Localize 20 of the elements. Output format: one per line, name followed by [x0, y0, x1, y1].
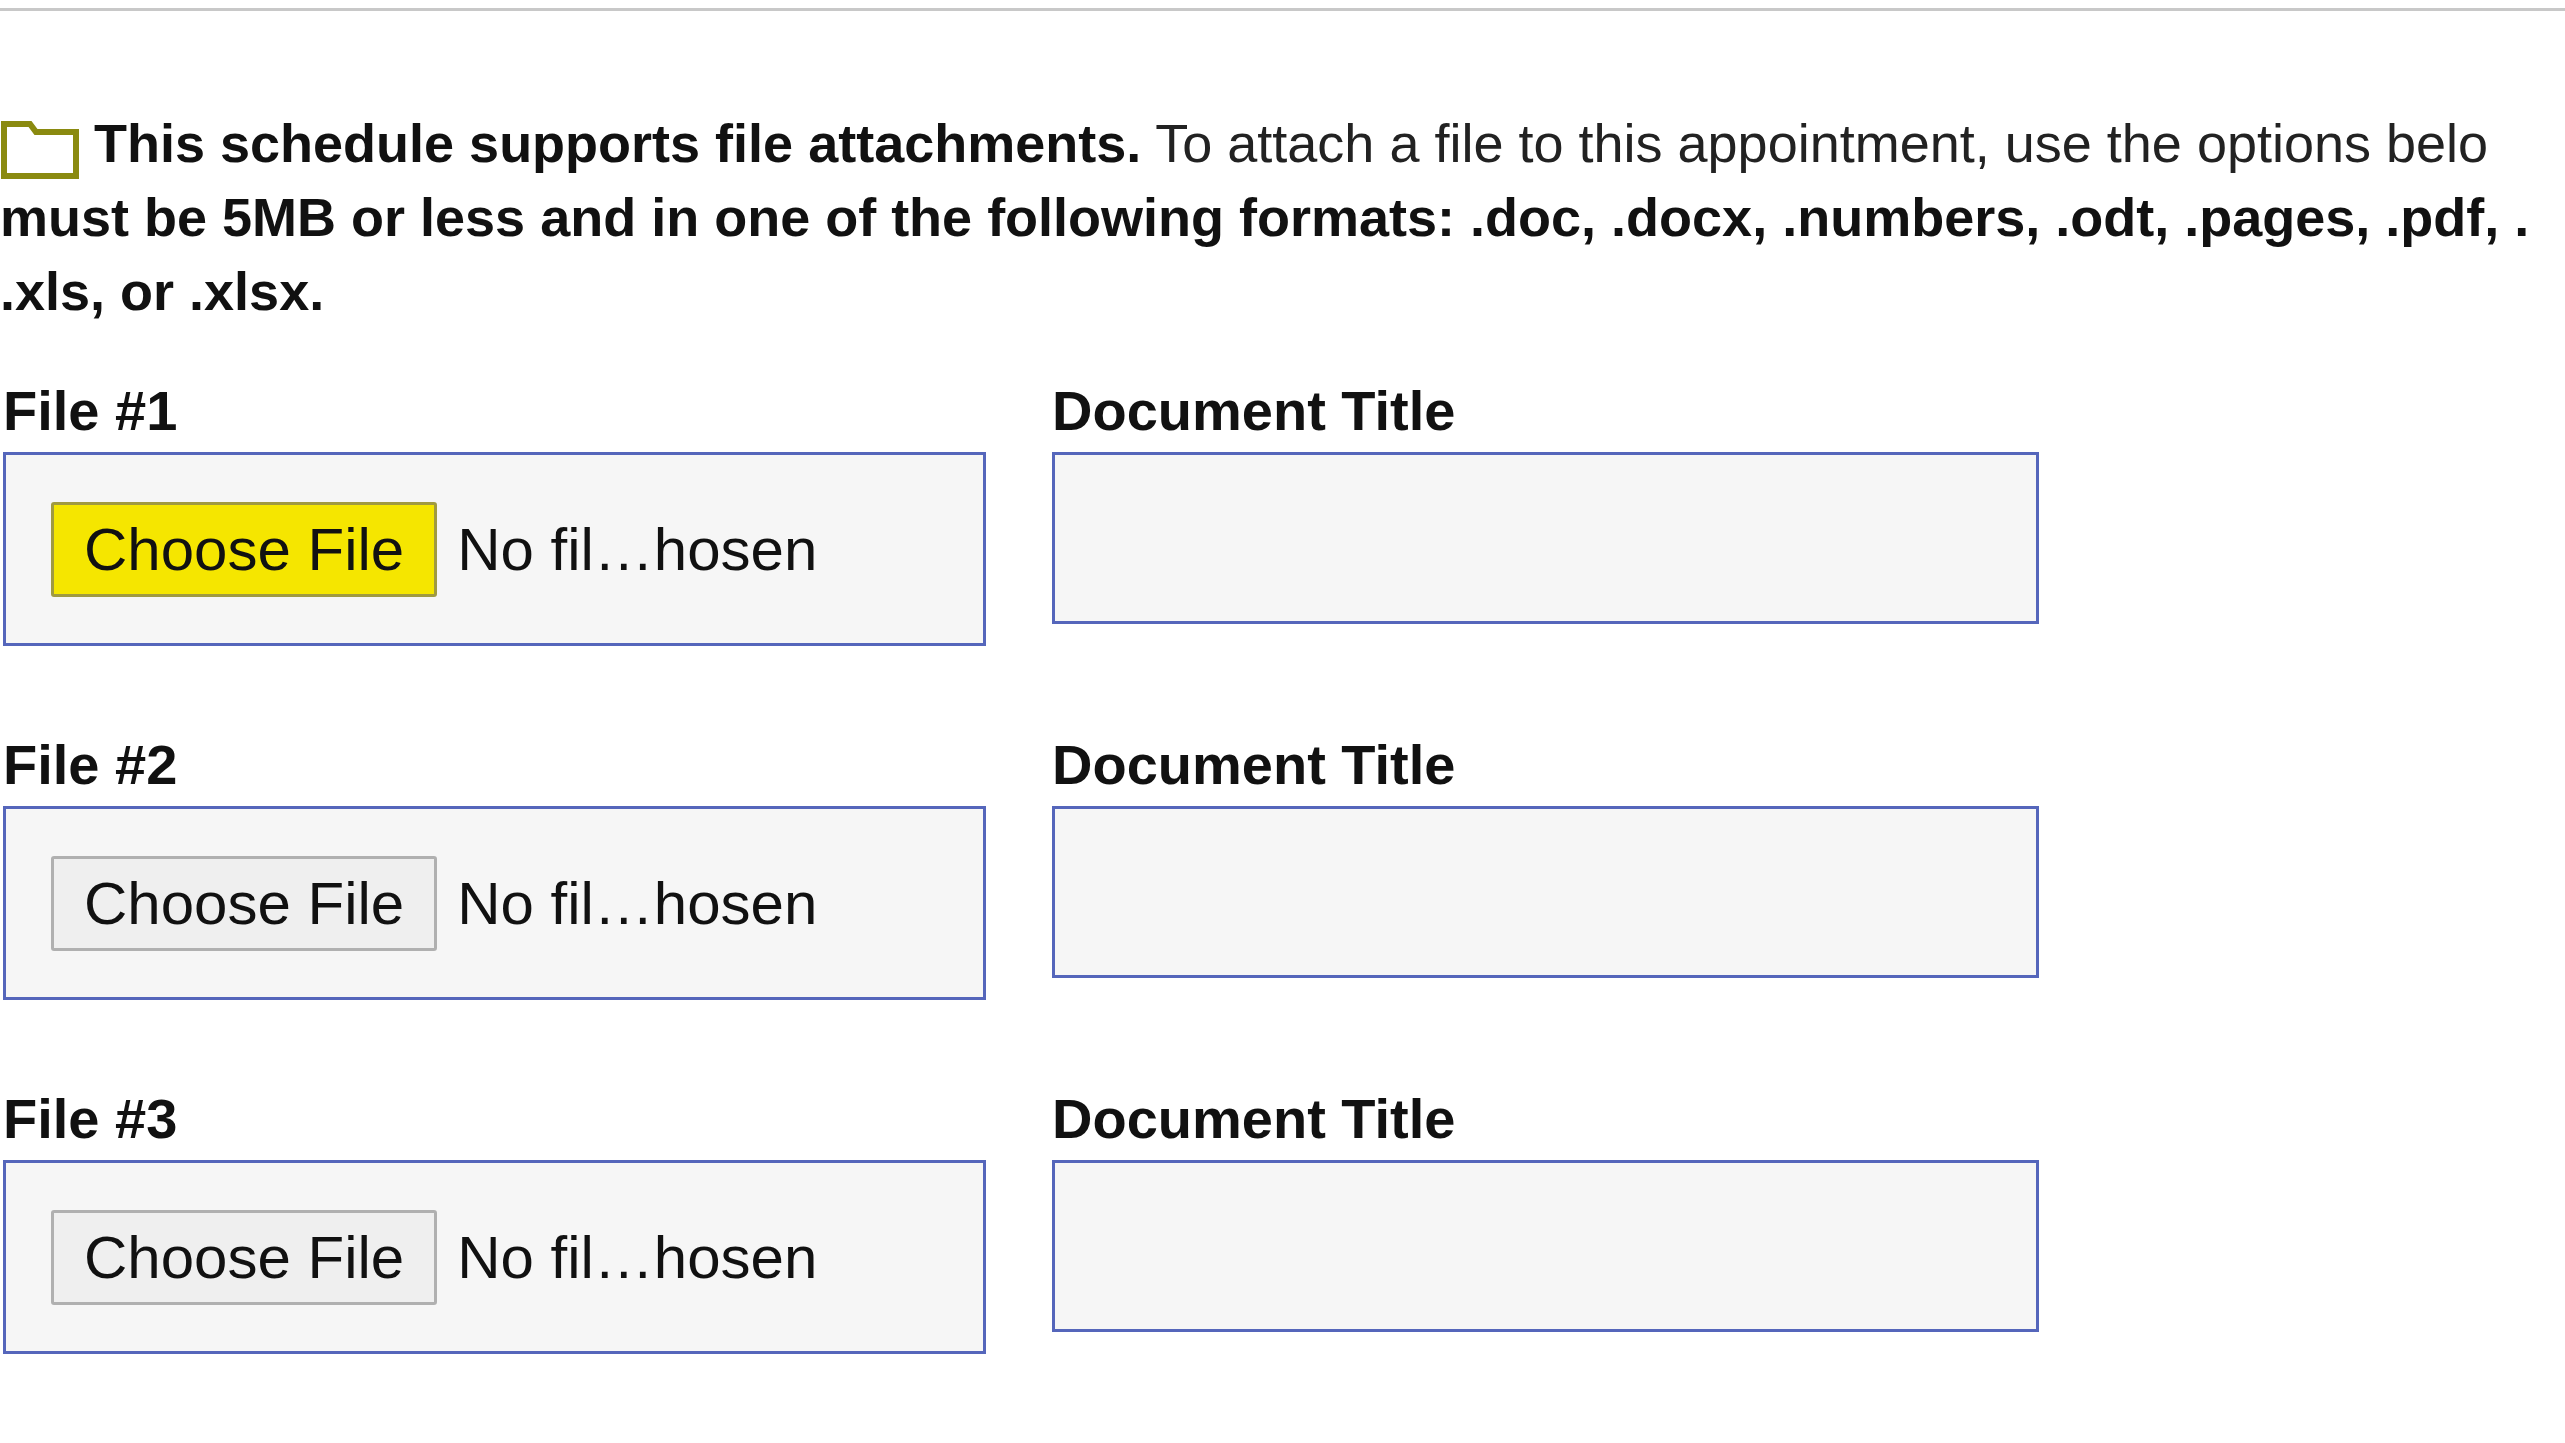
file-label: File #2: [3, 732, 179, 798]
field-label: Document Title: [1052, 1086, 1457, 1152]
choose-file-button[interactable]: Choose File: [51, 501, 438, 597]
attachment-instructions: must be 5MB or less and in one of the following formats: .doc, .docx, .numbers, .odt, .pages, .pdf, . .xls, or .xlsx.: [0, 186, 2531, 323]
attachment-instructions: This schedule supports file attachments. To attach a file to this appointment, use the options belo: [94, 112, 2489, 175]
file-status: No fil…hosen: [457, 868, 818, 938]
choose-file-button[interactable]: Choose File: [51, 855, 438, 951]
field-label: Document Title: [1052, 378, 1457, 444]
choose-file-button[interactable]: Choose File: [51, 1209, 438, 1305]
file-label: File #3: [3, 1086, 179, 1152]
file-input[interactable]: Choose File No fil…hosen: [3, 806, 986, 1000]
document-title-field[interactable]: [1052, 1160, 2039, 1332]
file-label: File #1: [3, 378, 179, 444]
file-input[interactable]: Choose File No fil…hosen: [3, 452, 986, 646]
field-label: Document Title: [1052, 732, 1457, 798]
document-title-field[interactable]: [1052, 806, 2039, 978]
file-status: No fil…hosen: [457, 514, 818, 584]
file-input[interactable]: Choose File No fil…hosen: [3, 1160, 986, 1354]
file-status: No fil…hosen: [457, 1222, 818, 1292]
document-title-field[interactable]: [1052, 452, 2039, 624]
